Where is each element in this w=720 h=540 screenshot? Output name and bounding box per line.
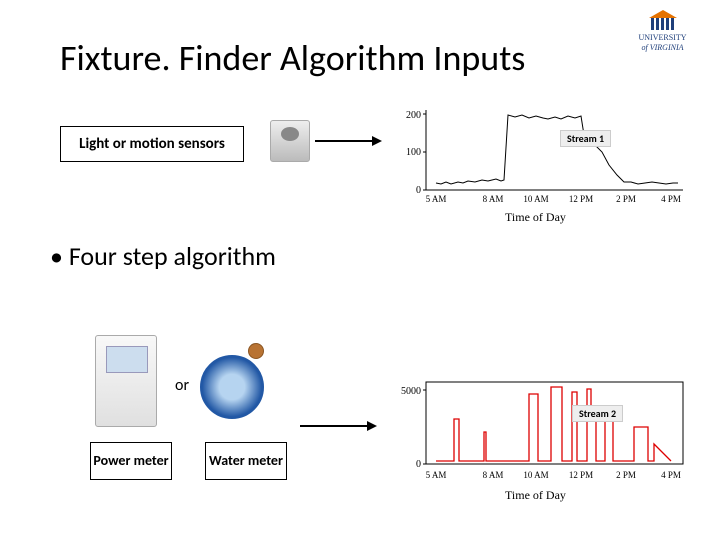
- uva-logo: UNIVERSITY of VIRGINIA: [625, 10, 700, 55]
- bullet-four-step: • Four step algorithm: [50, 240, 276, 272]
- svg-text:100: 100: [406, 147, 421, 158]
- svg-text:4 PM: 4 PM: [661, 470, 681, 480]
- svg-text:8 AM: 8 AM: [483, 194, 504, 204]
- motion-sensor-icon: [270, 120, 310, 162]
- page-title: Fixture. Finder Algorithm Inputs: [60, 36, 525, 80]
- svg-text:4 PM: 4 PM: [661, 194, 681, 204]
- svg-text:0: 0: [416, 459, 421, 470]
- svg-text:200: 200: [406, 110, 421, 121]
- chart2-xlabel: Time of Day: [505, 488, 566, 503]
- svg-text:8 AM: 8 AM: [483, 470, 504, 480]
- svg-text:2 PM: 2 PM: [616, 470, 636, 480]
- logo-line1: UNIVERSITY: [625, 34, 700, 42]
- stream2-chart: 0 5000 5 AM 8 AM 10 AM 12 PM 2 PM 4 PM: [388, 372, 688, 487]
- or-text: or: [175, 376, 189, 395]
- arrow-icon: [300, 425, 375, 427]
- chart1-xlabel: Time of Day: [505, 210, 566, 225]
- svg-text:2 PM: 2 PM: [616, 194, 636, 204]
- svg-text:10 AM: 10 AM: [523, 194, 548, 204]
- svg-text:5 AM: 5 AM: [426, 470, 447, 480]
- water-meter-icon: [200, 355, 264, 419]
- power-meter-icon: [95, 335, 157, 427]
- svg-text:5 AM: 5 AM: [426, 194, 447, 204]
- svg-text:12 PM: 12 PM: [569, 194, 593, 204]
- stream1-badge: Stream 1: [560, 130, 611, 147]
- arrow-icon: [315, 140, 380, 142]
- light-motion-sensors-box: Light or motion sensors: [60, 126, 244, 162]
- logo-line2: of VIRGINIA: [625, 44, 700, 52]
- stream2-badge: Stream 2: [572, 405, 623, 422]
- water-meter-label: Water meter: [205, 442, 287, 480]
- stream1-chart: 0 100 200 5 AM 8 AM 10 AM 12 PM 2 PM 4 P…: [388, 100, 688, 210]
- power-meter-label: Power meter: [90, 442, 172, 480]
- svg-text:0: 0: [416, 185, 421, 196]
- svg-text:5000: 5000: [401, 386, 421, 397]
- svg-text:12 PM: 12 PM: [569, 470, 593, 480]
- svg-text:10 AM: 10 AM: [523, 470, 548, 480]
